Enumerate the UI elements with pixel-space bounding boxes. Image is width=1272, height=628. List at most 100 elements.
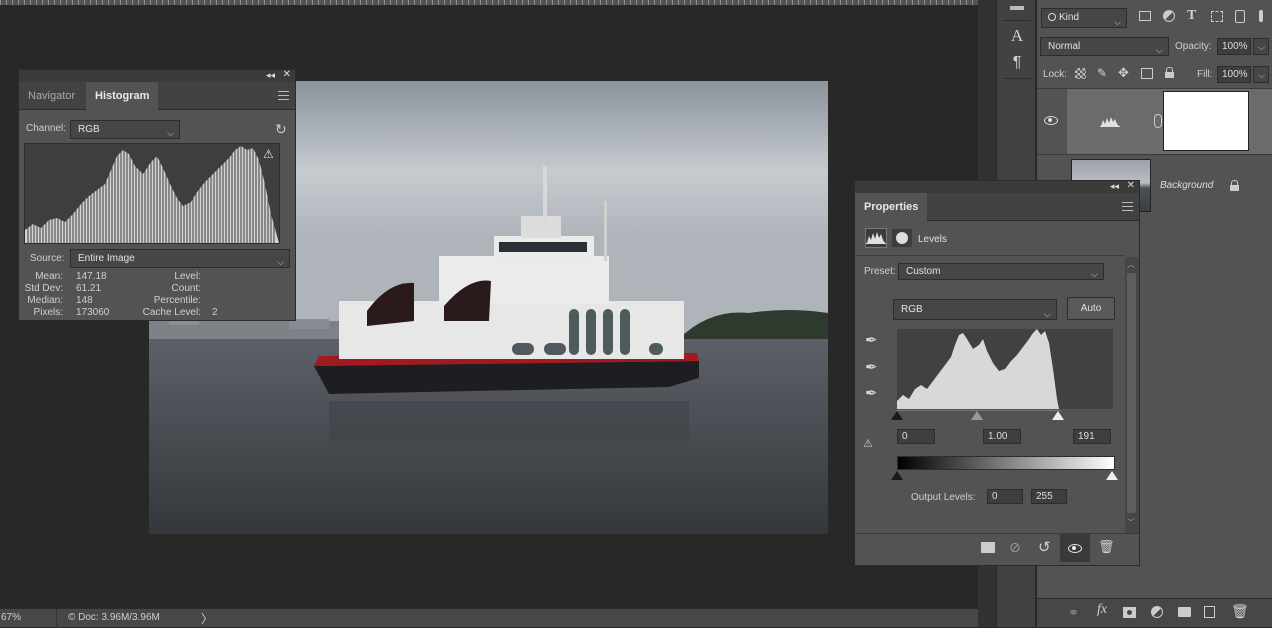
close-icon[interactable]: ✕ [1127,180,1135,191]
filter-smartobject-icon[interactable] [1235,10,1245,23]
add-mask-icon[interactable] [1123,607,1136,618]
properties-scrollbar[interactable]: ︿ ﹀ [1125,257,1139,533]
fill-dropdown[interactable]: ⌵ [1253,66,1269,83]
tab-navigator[interactable]: Navigator [19,82,84,110]
collapse-icon[interactable]: ◂◂ [266,70,275,81]
background-layer-name[interactable]: Background [1160,180,1213,191]
input-gamma-slider[interactable] [971,411,983,420]
trash-icon[interactable]: 🗑 [1231,603,1249,620]
clipping-warning-icon[interactable]: ⚠ [863,437,873,450]
auto-button[interactable]: Auto [1067,297,1115,320]
chevron-down-icon: ⌵ [1258,41,1265,52]
input-gamma-field[interactable]: 1.00 [983,429,1021,444]
channel-select[interactable]: RGB ⌵ [70,120,180,139]
blend-mode-select[interactable]: Normal ⌵ [1040,37,1169,56]
paragraph-panel-icon[interactable]: ¶ [997,54,1037,72]
visibility-toggle[interactable] [1060,534,1090,562]
lock-pixels-brush-icon[interactable]: ✎ [1097,66,1107,80]
input-black-field[interactable]: 0 [897,429,935,444]
panel-menu-icon[interactable] [278,91,289,100]
level-label: Level: [174,271,201,282]
eye-icon[interactable] [1044,116,1060,126]
filter-shape-icon[interactable] [1211,11,1223,22]
pixels-label: Pixels: [33,307,63,318]
source-label: Source: [30,253,65,264]
filter-pixel-icon[interactable] [1139,11,1151,21]
layer-mask-thumbnail[interactable] [1163,91,1249,151]
doc-size: © Doc: 3.96M/3.96M [68,612,160,623]
input-black-slider[interactable] [891,411,903,420]
gray-point-eyedropper-icon[interactable]: ✒ [865,358,878,376]
character-panel-icon[interactable]: A [997,26,1037,46]
black-point-eyedropper-icon[interactable]: ✒ [865,331,878,349]
properties-bottom-bar: ⊘ ↺ 🗑 [855,533,1139,562]
scroll-down-icon[interactable]: ﹀ [1127,517,1135,528]
close-icon[interactable]: ✕ [283,69,291,80]
reset-icon[interactable]: ↺ [1038,538,1051,556]
strip-top-icon[interactable] [997,2,1037,16]
preset-label: Preset: [864,266,896,277]
levels-adjustment-icon[interactable] [865,228,887,248]
lock-all-icon[interactable] [1165,67,1174,78]
layer-link-icon[interactable] [1154,114,1162,128]
zoom-level[interactable]: 67% [1,612,21,623]
layer-lock-icon [1230,180,1239,191]
tab-properties[interactable]: Properties [855,193,928,221]
panel-titlebar[interactable]: ◂◂ ✕ [855,180,1139,193]
chevron-down-icon: ⌵ [167,127,174,138]
lock-artboard-icon[interactable] [1141,68,1153,79]
delete-adjustment-icon[interactable]: 🗑 [1098,539,1115,555]
opacity-field[interactable]: 100% [1217,38,1251,55]
status-menu-arrow[interactable]: 〉 [201,610,213,627]
input-white-slider[interactable] [1052,411,1064,420]
panel-menu-icon[interactable] [1122,202,1133,211]
output-gradient [897,456,1115,470]
view-previous-state-icon[interactable]: ⊘ [1009,539,1021,556]
lock-position-icon[interactable]: ✥ [1118,65,1129,81]
input-white-field[interactable]: 191 [1073,429,1111,444]
filter-type-icon[interactable]: T [1187,8,1196,24]
preset-select[interactable]: Custom ⌵ [898,263,1104,280]
output-white-slider[interactable] [1106,471,1118,480]
output-black-field[interactable]: 0 [987,489,1023,504]
source-select[interactable]: Entire Image ⌵ [70,249,290,268]
output-black-slider[interactable] [891,471,903,480]
filter-kind-label: Kind [1059,12,1080,23]
layer-row-levels[interactable] [1037,89,1272,154]
refresh-icon[interactable]: ↻ [275,121,287,138]
clip-to-layer-icon[interactable] [981,542,995,553]
channel-label: Channel: [26,123,67,134]
link-layers-icon[interactable]: ⚭ [1068,605,1079,621]
strip-divider [1003,78,1031,79]
fx-icon[interactable]: fx [1097,602,1107,618]
levels-channel-value: RGB [901,304,923,315]
fill-field[interactable]: 100% [1217,66,1251,83]
output-white-field[interactable]: 255 [1031,489,1067,504]
properties-tabbar: Properties [855,193,1139,221]
white-point-eyedropper-icon[interactable]: ✒ [865,384,878,402]
lock-transparent-icon[interactable] [1075,68,1086,79]
opacity-dropdown[interactable]: ⌵ [1253,38,1269,55]
scroll-thumb[interactable] [1127,273,1136,513]
warning-icon[interactable]: ⚠ [263,147,274,161]
new-adjustment-layer-icon[interactable] [1151,606,1163,618]
layer-mask-icon[interactable] [892,229,912,247]
opacity-label: Opacity: [1175,41,1212,52]
scroll-up-icon[interactable]: ︿ [1127,259,1135,270]
tab-histogram[interactable]: Histogram [86,82,159,110]
filter-toggle-icon[interactable] [1255,8,1267,23]
search-icon [1048,13,1056,21]
levels-channel-select[interactable]: RGB ⌵ [893,299,1057,320]
pixels-value: 173060 [76,307,110,318]
chevron-down-icon: ⌵ [1114,17,1121,27]
collapse-icon[interactable]: ◂◂ [1110,181,1119,192]
channel-value: RGB [78,124,100,135]
median-label: Median: [27,295,63,306]
panel-titlebar[interactable]: ◂◂ ✕ [19,69,295,82]
layer-filter-kind[interactable]: Kind ⌵ [1041,8,1127,28]
new-group-folder-icon[interactable] [1178,607,1191,617]
filter-adjustment-icon[interactable] [1163,10,1175,22]
new-layer-icon[interactable] [1204,606,1215,618]
std-dev-label: Std Dev: [24,283,63,294]
histogram-graph: ⚠ [24,143,280,244]
